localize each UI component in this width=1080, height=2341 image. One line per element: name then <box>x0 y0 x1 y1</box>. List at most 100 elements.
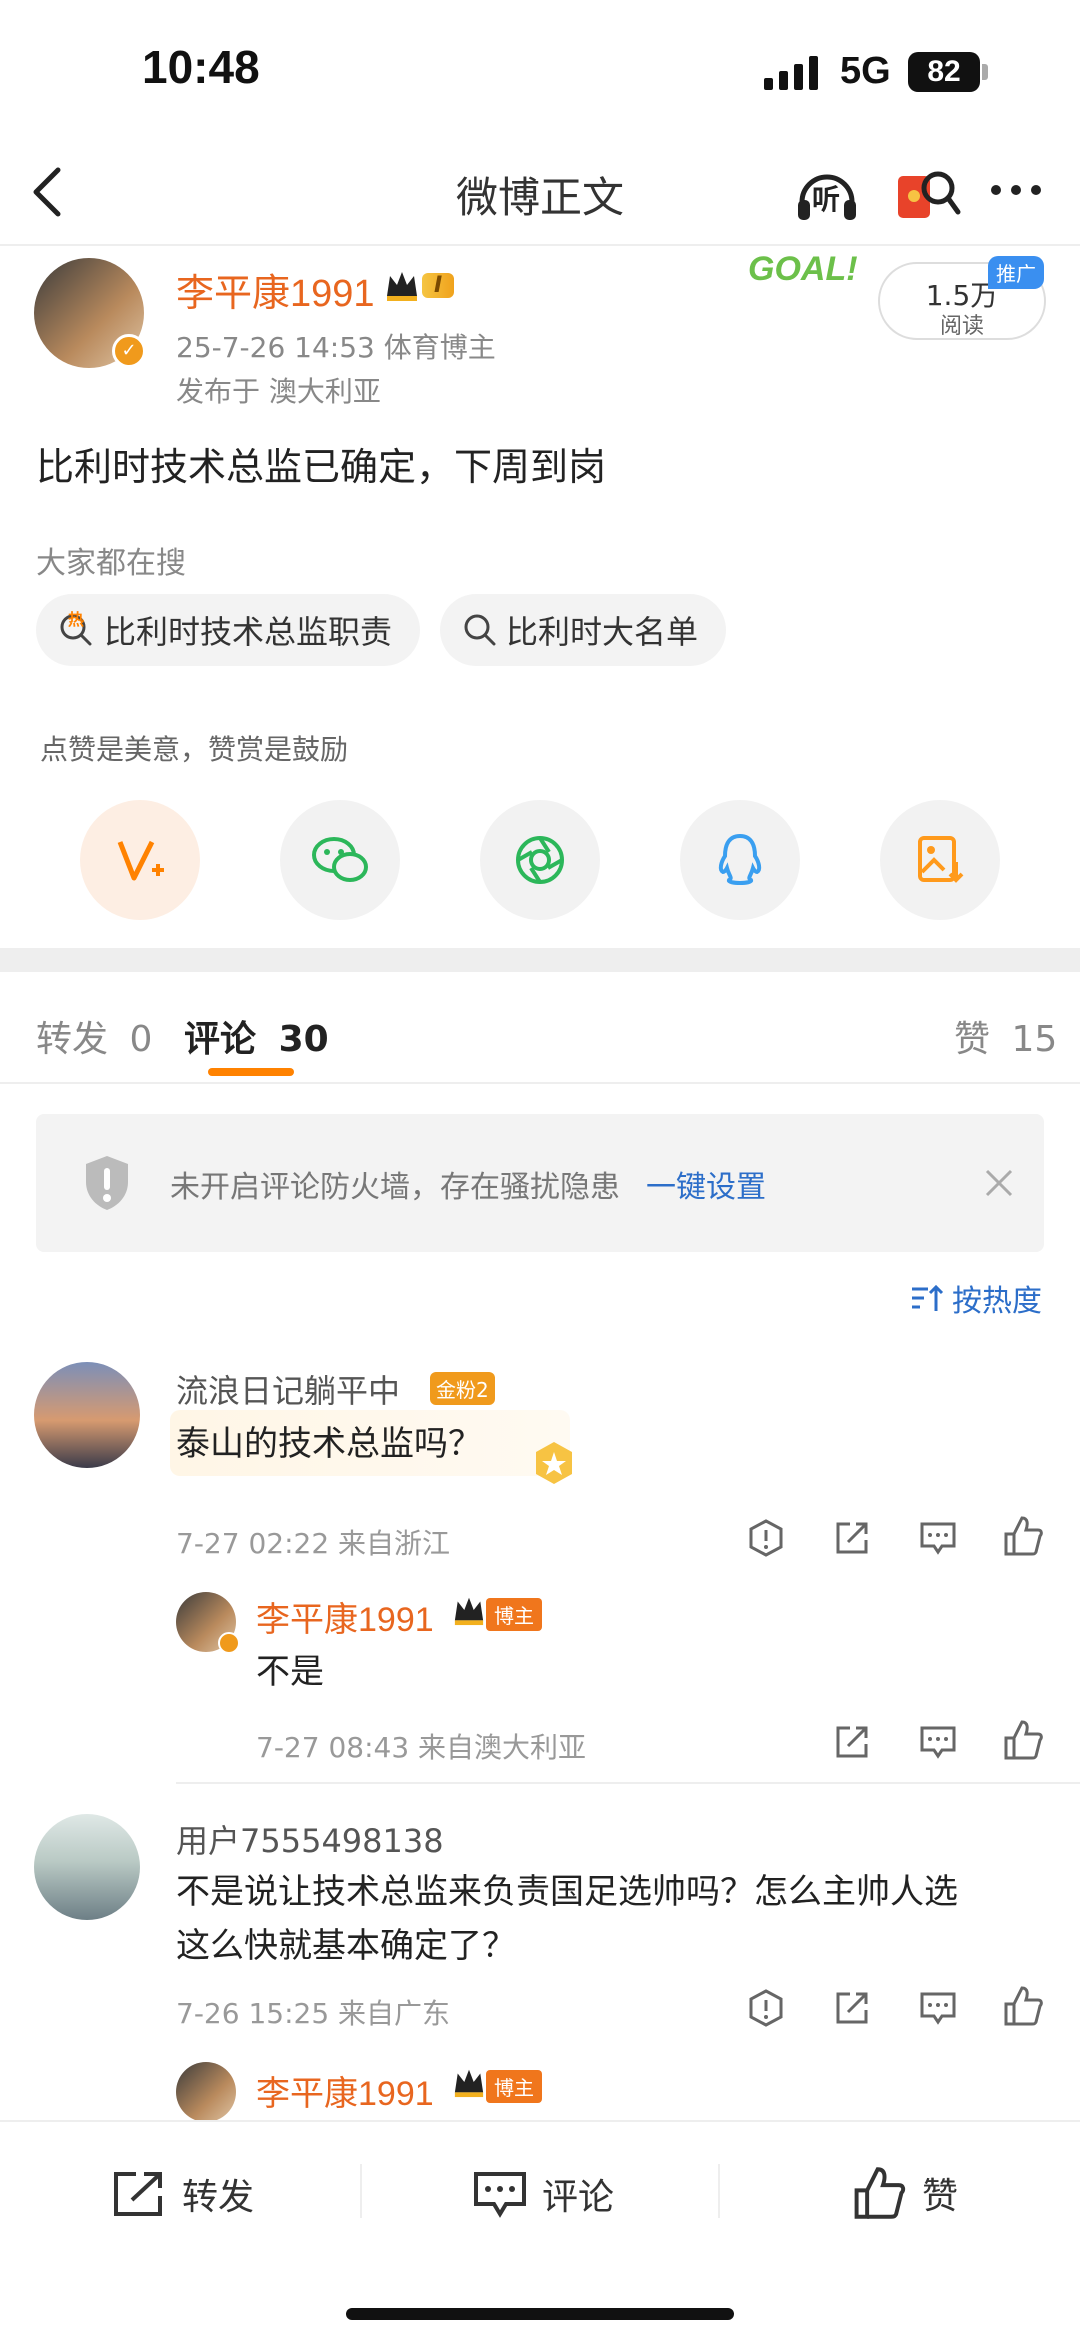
tab-repost-label: 转发 <box>36 1019 109 1060</box>
author-badge: 博主 <box>486 1598 542 1631</box>
close-icon[interactable] <box>984 1168 1014 1198</box>
v-plus-icon <box>117 840 164 881</box>
report-icon[interactable] <box>746 1988 786 2028</box>
status-time: 10:48 <box>142 41 260 93</box>
commenter-name[interactable]: 流浪日记躺平中 <box>176 1366 400 1412</box>
like-icon[interactable] <box>1002 1718 1044 1762</box>
comment-icon[interactable] <box>918 1988 958 2028</box>
bottom-repost-label: 转发 <box>182 2177 255 2218</box>
commenter-name[interactable]: 用户7555498138 <box>176 1816 444 1862</box>
search-heading: 大家都在搜 <box>36 546 186 581</box>
shield-icon <box>86 1156 128 1210</box>
tabs-divider <box>0 1082 1080 1084</box>
comment-icon[interactable] <box>918 1518 958 1558</box>
post-meta: 25-7-26 14:53 体育博主 <box>176 331 496 364</box>
share-moments-button[interactable] <box>480 800 600 920</box>
search-suggestion-label: 比利时大名单 <box>506 613 699 651</box>
signal-icon <box>764 56 818 90</box>
crown-icon <box>454 2069 484 2098</box>
post-location: 发布于 澳大利亚 <box>176 375 381 408</box>
post-body: 比利时技术总监已确定，下周到岗 <box>36 445 607 489</box>
tab-like-count: 15 <box>1011 1019 1058 1060</box>
section-separator <box>0 948 1080 972</box>
reward-button[interactable] <box>80 800 200 920</box>
active-tab-indicator <box>208 1068 294 1076</box>
network-type: 5G <box>840 50 891 92</box>
moments-icon <box>516 836 564 884</box>
tab-like[interactable]: 赞 15 <box>954 1010 1057 1062</box>
comment-divider <box>176 1782 1080 1784</box>
hot-badge: 热 <box>68 610 85 629</box>
bottom-divider <box>360 2164 362 2218</box>
red-envelope-icon <box>898 171 961 218</box>
listen-label: 听 <box>812 183 841 216</box>
repost-icon[interactable] <box>832 1988 872 2028</box>
repost-icon <box>114 2172 162 2216</box>
battery-indicator: 82 <box>908 52 980 92</box>
bottom-like-button[interactable]: 赞 <box>850 2164 958 2222</box>
bottom-comment-label: 评论 <box>542 2177 615 2218</box>
like-icon[interactable] <box>1002 1514 1044 1558</box>
reply-text: 不是 <box>256 1652 324 1692</box>
hot-search-icon: 热 <box>58 610 94 648</box>
commenter-avatar[interactable] <box>34 1814 140 1920</box>
comment-text: 泰山的技术总监吗？ <box>176 1424 482 1464</box>
qq-icon <box>718 833 762 885</box>
comment-text-line-2: 这么快就基本确定了？ <box>176 1926 516 1966</box>
share-wechat-button[interactable] <box>280 800 400 920</box>
search-suggestion-2[interactable]: 比利时大名单 <box>440 594 727 666</box>
report-icon[interactable] <box>746 1518 786 1558</box>
promo-tag: 推广 <box>988 256 1044 289</box>
sort-button[interactable]: 按热度 <box>910 1276 1042 1320</box>
like-icon <box>854 2167 906 2219</box>
bottom-repost-button[interactable]: 转发 <box>110 2168 254 2220</box>
bottom-comment-button[interactable]: 评论 <box>472 2168 614 2220</box>
bottom-like-label: 赞 <box>922 2176 959 2217</box>
comment-icon[interactable] <box>918 1722 958 1762</box>
tab-comment-label: 评论 <box>184 1019 257 1060</box>
sort-icon <box>912 1284 944 1311</box>
author-name[interactable]: 李平康1991 <box>176 262 375 317</box>
reward-text: 点赞是美意，赞赏是鼓励 <box>40 733 349 766</box>
firewall-setup-link[interactable]: 一键设置 <box>646 1162 766 1206</box>
reply-author-name[interactable]: 李平康1991 <box>256 2066 434 2115</box>
firewall-notice: 未开启评论防火墙，存在骚扰隐患 一键设置 <box>36 1114 1044 1252</box>
search-suggestion-label: 比利时技术总监职责 <box>104 613 393 651</box>
wechat-icon <box>312 837 368 882</box>
comment-icon <box>474 2172 526 2218</box>
comment-meta: 7-26 15:25 来自广东 <box>176 1997 451 2030</box>
more-icon[interactable] <box>988 182 1044 198</box>
tab-repost[interactable]: 转发 0 <box>36 1010 152 1062</box>
reply-avatar[interactable] <box>176 2062 236 2122</box>
crown-icon <box>454 1597 484 1626</box>
tab-like-label: 赞 <box>954 1019 991 1060</box>
listen-button[interactable]: 听 <box>792 160 862 230</box>
share-qq-button[interactable] <box>680 800 800 920</box>
like-icon[interactable] <box>1002 1984 1044 2028</box>
tab-comment[interactable]: 评论 30 <box>184 1010 329 1062</box>
reads-label: 阅读 <box>939 314 984 339</box>
home-indicator[interactable] <box>346 2308 734 2320</box>
reply-author-name[interactable]: 李平康1991 <box>256 1592 434 1641</box>
author-badge: 博主 <box>486 2070 542 2103</box>
nav-divider <box>0 244 1080 246</box>
goal-decoration: GOAL! <box>748 250 858 288</box>
search-suggestion-1[interactable]: 热 比利时技术总监职责 <box>36 594 421 666</box>
level-badge: I <box>384 268 455 302</box>
save-image-button[interactable] <box>880 800 1000 920</box>
search-icon <box>464 614 496 646</box>
verified-badge <box>218 1632 240 1654</box>
repost-icon[interactable] <box>832 1518 872 1558</box>
firewall-text: 未开启评论防火墙，存在骚扰隐患 <box>170 1170 620 1205</box>
level-number: I <box>422 272 455 298</box>
battery-tip <box>982 64 988 80</box>
commenter-avatar[interactable] <box>34 1362 140 1468</box>
fan-badge: 金粉2 <box>430 1372 495 1405</box>
red-envelope-search-button[interactable] <box>892 158 964 230</box>
repost-icon[interactable] <box>832 1722 872 1762</box>
tab-repost-count: 0 <box>129 1019 153 1060</box>
bottom-action-bar: 转发 评论 赞 <box>0 2120 1080 2270</box>
reply-meta: 7-27 08:43 来自澳大利亚 <box>256 1731 587 1764</box>
tab-comment-count: 30 <box>278 1019 329 1060</box>
star-medal-icon <box>536 1442 572 1484</box>
